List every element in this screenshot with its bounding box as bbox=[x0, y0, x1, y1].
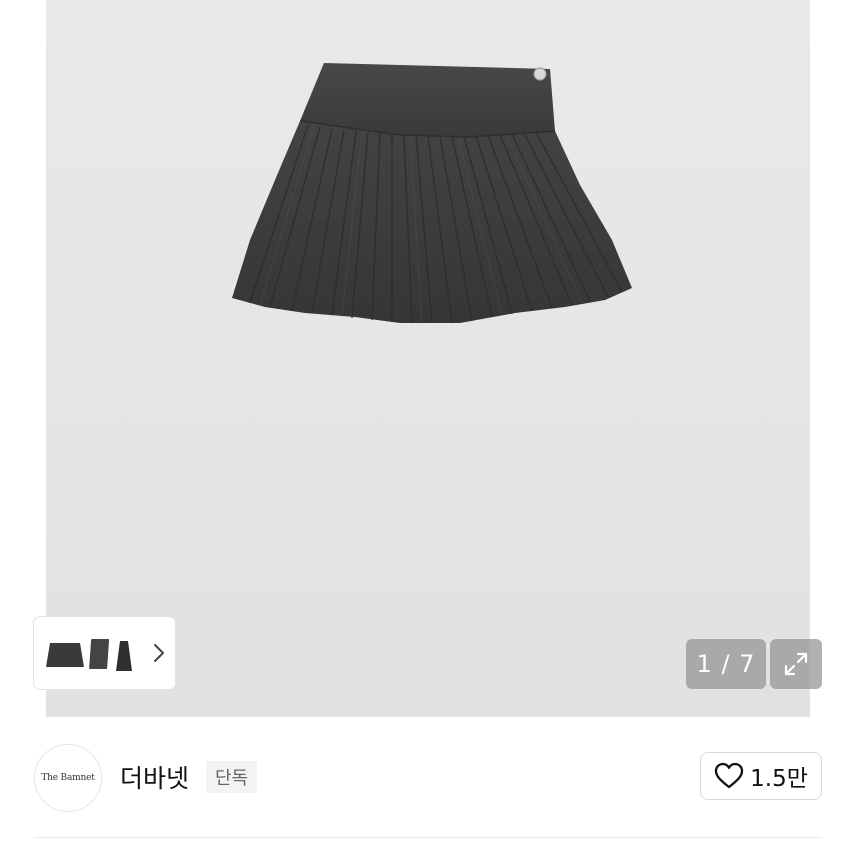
chevron-right-icon[interactable] bbox=[152, 642, 166, 664]
heart-outline-icon bbox=[714, 762, 744, 789]
seller-logo-text: The Bamnet bbox=[41, 773, 95, 783]
thumbnail-images[interactable] bbox=[44, 627, 142, 679]
image-counter: 1 / 7 bbox=[686, 639, 766, 689]
seller-info: The Bamnet 더바넷 단독 1.5만 bbox=[0, 717, 856, 837]
like-button[interactable]: 1.5만 bbox=[700, 752, 822, 800]
seller-name[interactable]: 더바넷 bbox=[120, 759, 189, 795]
thumbnail-strip[interactable] bbox=[34, 617, 175, 689]
like-count: 1.5만 bbox=[750, 766, 808, 792]
expand-icon bbox=[784, 652, 808, 676]
divider bbox=[34, 837, 822, 838]
expand-image-button[interactable] bbox=[770, 639, 822, 689]
product-image-gallery[interactable]: 1 / 7 bbox=[0, 0, 856, 717]
seller-logo-avatar[interactable]: The Bamnet bbox=[34, 744, 102, 812]
exclusive-badge: 단독 bbox=[206, 761, 258, 793]
product-photo-pleated-skirt bbox=[232, 63, 632, 324]
image-counter-text: 1 / 7 bbox=[696, 650, 756, 678]
